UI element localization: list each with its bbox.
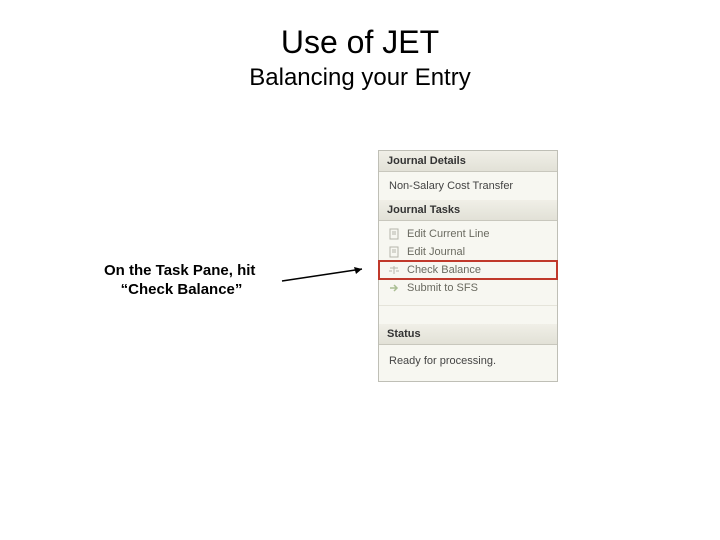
pane-spacer xyxy=(379,305,557,324)
instruction-line-1: On the Task Pane, hit xyxy=(104,262,255,279)
task-label: Check Balance xyxy=(407,264,481,276)
journal-tasks-list: Edit Current Line Edit Journal Check Bal… xyxy=(379,221,557,305)
page-title: Use of JET xyxy=(0,24,720,61)
journal-details-value: Non-Salary Cost Transfer xyxy=(379,172,557,200)
journal-details-header: Journal Details xyxy=(379,151,557,172)
page-subtitle: Balancing your Entry xyxy=(0,64,720,92)
task-label: Submit to SFS xyxy=(407,282,478,294)
task-check-balance[interactable]: Check Balance xyxy=(379,261,557,279)
task-pane: Journal Details Non-Salary Cost Transfer… xyxy=(378,150,558,382)
task-label: Edit Journal xyxy=(407,246,465,258)
status-value: Ready for processing. xyxy=(379,345,557,381)
journal-tasks-header: Journal Tasks xyxy=(379,200,557,221)
document-icon xyxy=(387,246,401,258)
task-label: Edit Current Line xyxy=(407,228,490,240)
task-edit-journal[interactable]: Edit Journal xyxy=(379,243,557,261)
task-submit-to-sfs[interactable]: Submit to SFS xyxy=(379,279,557,297)
instruction-text: On the Task Pane, hit “Check Balance” xyxy=(104,262,304,300)
arrow-right-icon xyxy=(387,282,401,294)
instruction-line-2: “Check Balance” xyxy=(121,281,243,298)
status-header: Status xyxy=(379,324,557,345)
balance-icon xyxy=(387,264,401,276)
document-icon xyxy=(387,228,401,240)
task-edit-current-line[interactable]: Edit Current Line xyxy=(379,225,557,243)
